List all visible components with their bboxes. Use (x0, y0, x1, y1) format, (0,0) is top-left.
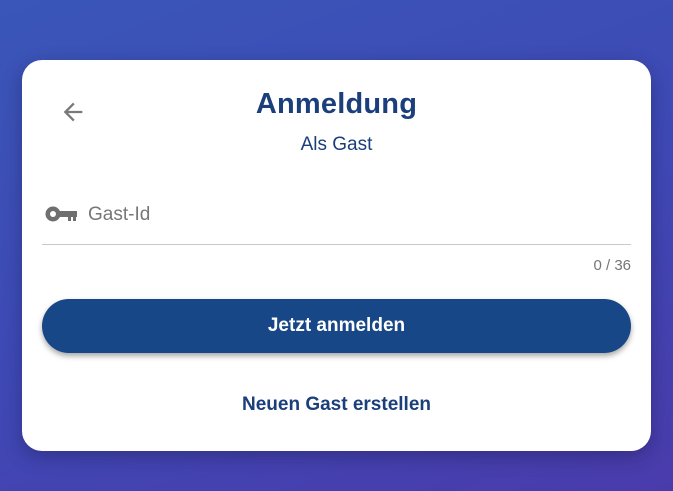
login-card: Anmeldung Als Gast 0 / 36 Jetzt anmelden… (22, 60, 651, 451)
page-title: Anmeldung (255, 88, 418, 120)
guest-id-input[interactable] (88, 200, 618, 230)
guest-id-field (42, 190, 631, 245)
page-subtitle: Als Gast (300, 134, 373, 155)
login-button[interactable]: Jetzt anmelden (42, 299, 631, 353)
character-counter: 0 / 36 (593, 257, 631, 274)
key-icon (45, 206, 77, 222)
create-guest-button[interactable]: Neuen Gast erstellen (207, 390, 467, 420)
